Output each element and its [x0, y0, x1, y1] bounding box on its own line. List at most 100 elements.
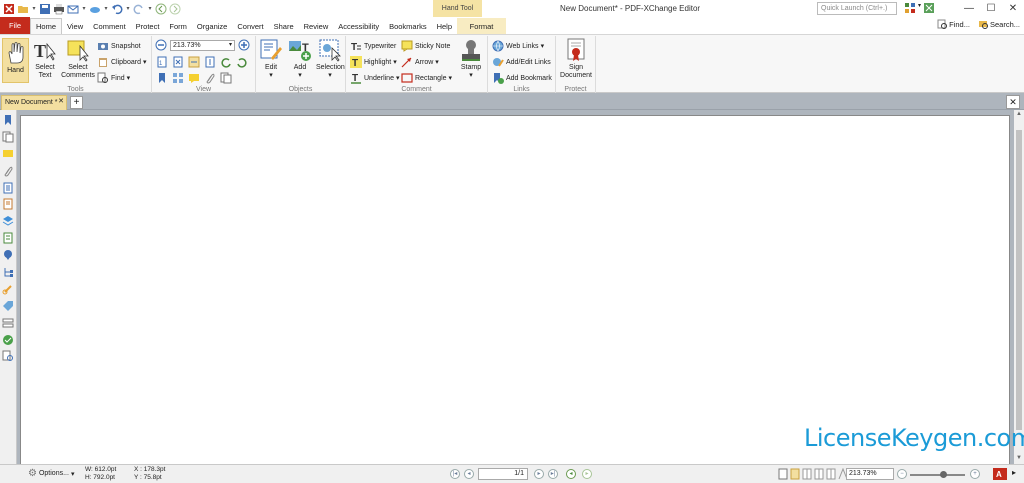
select-comments-button[interactable]: Select Comments: [60, 38, 96, 79]
tab-accessibility[interactable]: Accessibility: [333, 18, 384, 34]
tab-convert[interactable]: Convert: [232, 18, 268, 34]
pdf-page[interactable]: [20, 115, 1010, 467]
zoom-slider[interactable]: [910, 471, 965, 478]
selection-button[interactable]: Selection ▾: [316, 38, 345, 79]
scroll-down-icon[interactable]: ▼: [1014, 455, 1024, 463]
undo-icon[interactable]: [111, 3, 123, 15]
hand-tool-button[interactable]: Hand: [2, 38, 29, 83]
close-tab-icon[interactable]: ✕: [58, 97, 64, 105]
chevron-down-icon[interactable]: ▾: [147, 5, 153, 12]
vertical-scrollbar[interactable]: ▲ ▼: [1014, 110, 1024, 464]
fields-panel-icon[interactable]: [2, 317, 14, 329]
zoom-out-status-icon[interactable]: −: [897, 469, 907, 479]
rectangle-button[interactable]: Rectangle ▾: [401, 72, 452, 84]
underline-button[interactable]: T Underline ▾: [350, 72, 399, 84]
tags-panel-icon[interactable]: [2, 300, 14, 312]
sign-document-button[interactable]: Sign Document: [558, 38, 594, 79]
pdf-logo-icon[interactable]: A: [993, 468, 1007, 480]
page-number-input[interactable]: 1/1: [478, 468, 528, 480]
thumbnails-button[interactable]: [172, 72, 184, 84]
layout-icon[interactable]: [904, 2, 916, 14]
scrollbar-thumb[interactable]: [1016, 130, 1022, 430]
tab-organize[interactable]: Organize: [192, 18, 232, 34]
pages-button[interactable]: [220, 72, 232, 84]
rotate-right-button[interactable]: [236, 56, 248, 68]
last-page-icon[interactable]: ▸|: [548, 469, 558, 479]
back-icon[interactable]: [155, 3, 167, 15]
thumbnails-panel-icon[interactable]: [2, 131, 14, 143]
forward-icon[interactable]: [169, 3, 181, 15]
scroll-up-icon[interactable]: ▲: [1014, 111, 1024, 119]
find-button[interactable]: Find...: [937, 19, 970, 29]
bookmarks-panel-icon[interactable]: [2, 114, 14, 126]
add-edit-links-button[interactable]: Add/Edit Links: [492, 56, 551, 68]
single-page-icon[interactable]: [778, 468, 788, 480]
actual-size-button[interactable]: 1: [156, 56, 168, 68]
typewriter-button[interactable]: T Typewriter: [350, 40, 396, 53]
comments-pane-button[interactable]: [188, 72, 200, 84]
facing-pages-icon[interactable]: [802, 468, 812, 480]
find-tool-button[interactable]: Find ▾: [97, 72, 130, 84]
tab-form[interactable]: Form: [164, 18, 192, 34]
tab-comment[interactable]: Comment: [88, 18, 131, 34]
app-logo-icon[interactable]: [3, 3, 15, 15]
sticky-note-button[interactable]: Sticky Note: [401, 40, 450, 52]
quick-launch-input[interactable]: Quick Launch (Ctrl+.): [817, 2, 897, 15]
continuous-page-icon[interactable]: [790, 468, 800, 480]
cover-page-icon[interactable]: [826, 468, 836, 480]
bookmark-nav-button[interactable]: [156, 72, 168, 84]
forward-view-icon[interactable]: ▸: [582, 469, 592, 479]
tab-file[interactable]: File: [0, 17, 30, 34]
add-bookmark-button[interactable]: Add Bookmark: [492, 72, 552, 84]
fit-visible-button[interactable]: [204, 56, 216, 68]
content-panel-icon[interactable]: [2, 232, 14, 244]
open-folder-icon[interactable]: [17, 3, 29, 15]
cloud-icon[interactable]: [89, 3, 101, 15]
facing-continuous-icon[interactable]: [814, 468, 824, 480]
fit-width-button[interactable]: [188, 56, 200, 68]
fit-page-button[interactable]: [172, 56, 184, 68]
chevron-down-icon[interactable]: ▾: [918, 2, 921, 14]
previous-page-icon[interactable]: ◂: [464, 469, 474, 479]
maximize-icon[interactable]: ☐: [980, 0, 1002, 17]
tab-format[interactable]: Format: [457, 18, 507, 34]
print-icon[interactable]: [53, 3, 65, 15]
status-zoom-select[interactable]: 213.73%: [846, 468, 894, 480]
attachments-button[interactable]: [204, 72, 216, 84]
search-panel-icon[interactable]: [2, 350, 14, 362]
tab-view[interactable]: View: [62, 18, 88, 34]
document-view[interactable]: [17, 110, 1014, 467]
document-tab[interactable]: New Document * ✕: [1, 95, 67, 110]
tab-share[interactable]: Share: [269, 18, 299, 34]
first-page-icon[interactable]: |◂: [450, 469, 460, 479]
chevron-down-icon[interactable]: ▾: [81, 5, 87, 12]
tab-protect[interactable]: Protect: [131, 18, 165, 34]
document-panel-icon[interactable]: [2, 182, 14, 194]
clipboard-button[interactable]: Clipboard ▾: [97, 56, 146, 68]
close-document-icon[interactable]: ✕: [1006, 95, 1020, 109]
tab-review[interactable]: Review: [299, 18, 334, 34]
destinations-panel-icon[interactable]: [2, 249, 14, 261]
add-button[interactable]: T Add ▾: [286, 38, 314, 79]
attachments-panel-icon[interactable]: [2, 165, 14, 177]
chevron-down-icon[interactable]: ▾: [103, 5, 109, 12]
chevron-down-icon[interactable]: ▾: [31, 5, 37, 12]
minimize-icon[interactable]: —: [958, 0, 980, 17]
zoom-in-button[interactable]: [238, 39, 250, 51]
tab-home[interactable]: Home: [30, 18, 63, 34]
new-tab-button[interactable]: +: [70, 96, 83, 109]
highlight-button[interactable]: T Highlight ▾: [350, 56, 397, 69]
zoom-slider-knob[interactable]: [940, 471, 947, 478]
snapshot-button[interactable]: Snapshot: [97, 40, 141, 52]
zoom-in-status-icon[interactable]: +: [970, 469, 980, 479]
email-icon[interactable]: [67, 3, 79, 15]
properties-panel-icon[interactable]: [2, 198, 14, 210]
expand-status-icon[interactable]: ▸: [1012, 468, 1016, 477]
search-button[interactable]: Search...: [978, 19, 1020, 29]
comments-panel-icon[interactable]: [2, 148, 14, 160]
save-icon[interactable]: [39, 3, 51, 15]
next-page-icon[interactable]: ▸: [534, 469, 544, 479]
options-button[interactable]: ⚙ Options... ▾: [28, 468, 74, 479]
edit-button[interactable]: Edit ▾: [258, 38, 284, 79]
layers-panel-icon[interactable]: [2, 215, 14, 227]
